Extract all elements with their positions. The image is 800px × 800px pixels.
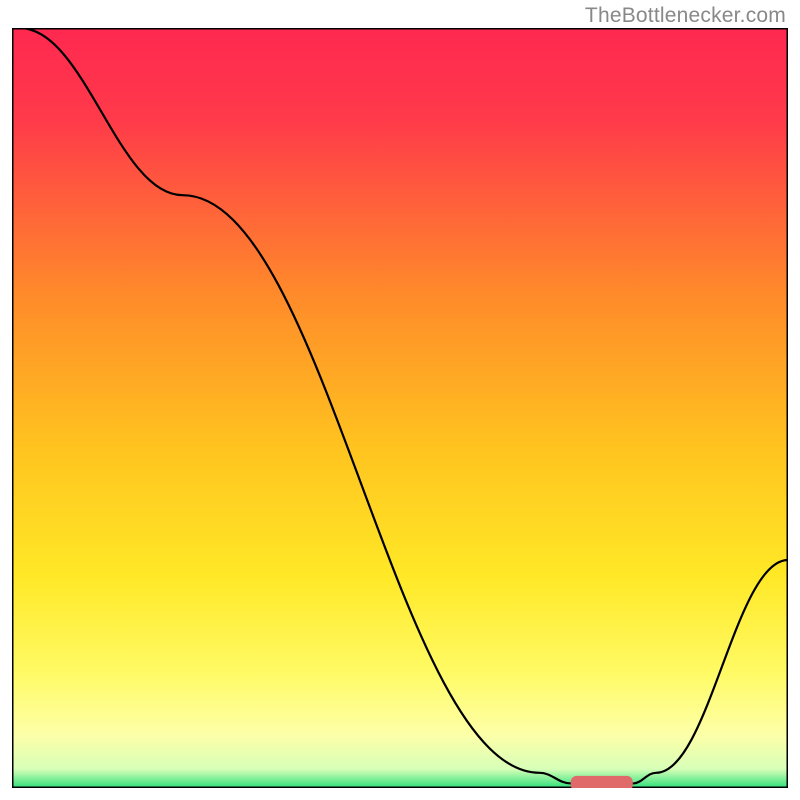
gradient-background xyxy=(12,28,788,788)
bottom-marker xyxy=(571,776,633,788)
chart-container: TheBottlenecker.com xyxy=(0,0,800,800)
chart-svg xyxy=(12,28,788,788)
plot-area xyxy=(12,28,788,788)
watermark-text: TheBottlenecker.com xyxy=(585,4,786,28)
